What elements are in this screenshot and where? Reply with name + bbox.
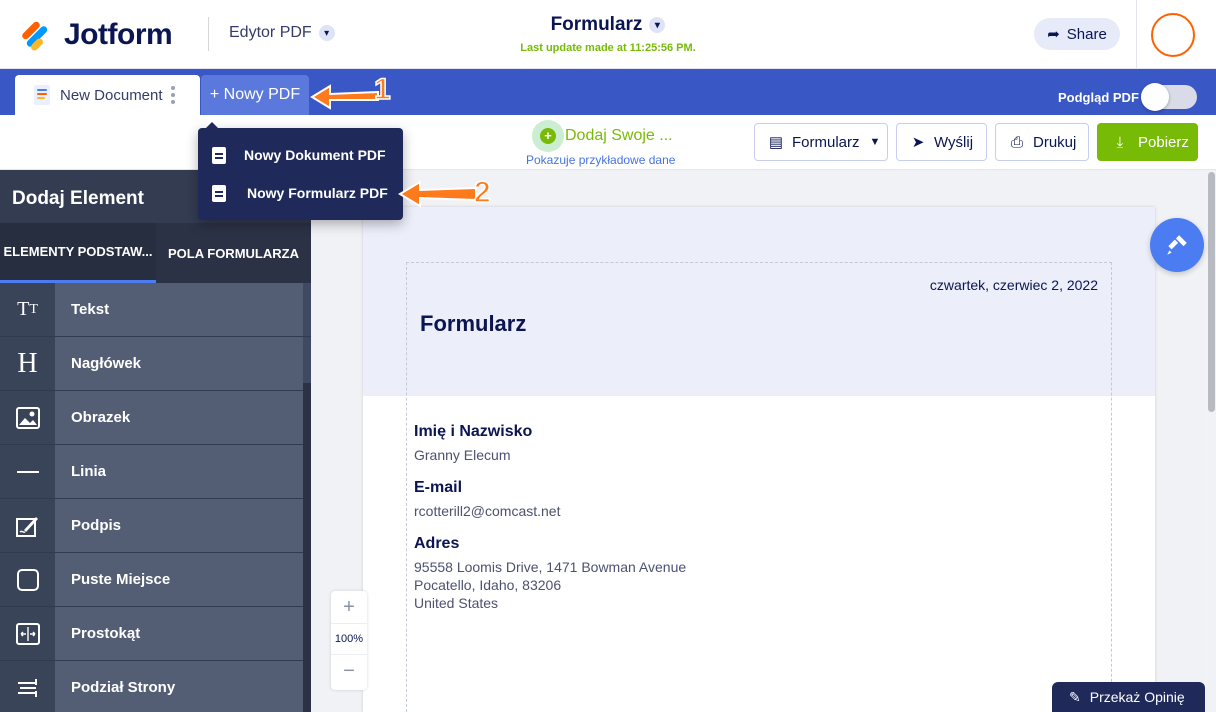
- new-pdf-button[interactable]: + Nowy PDF: [201, 75, 309, 115]
- menu-item-label: Nowy Formularz PDF: [247, 185, 388, 201]
- field-label[interactable]: Imię i Nazwisko: [414, 423, 532, 441]
- send-button[interactable]: ➤ Wyślij: [896, 123, 987, 161]
- print-button[interactable]: ⎙ Drukuj: [995, 123, 1089, 161]
- header-divider: [1136, 0, 1137, 69]
- element-label: Obrazek: [55, 391, 303, 444]
- element-label: Prostokąt: [55, 607, 303, 660]
- share-label: Share: [1066, 25, 1107, 43]
- canvas-scrollbar[interactable]: [1207, 170, 1216, 712]
- form-select-button[interactable]: ▤ Formularz ▼: [754, 123, 888, 161]
- download-label: Pobierz: [1138, 133, 1189, 151]
- element-item-image[interactable]: Obrazek: [0, 391, 311, 445]
- form-title-switch[interactable]: Formularz ▾: [551, 14, 666, 36]
- chevron-down-icon: ▾: [649, 17, 666, 33]
- paint-roller-icon[interactable]: [1150, 218, 1204, 272]
- user-avatar[interactable]: [1151, 13, 1195, 57]
- send-icon: ➤: [911, 134, 925, 151]
- tab-form-fields[interactable]: POLA FORMULARZA: [156, 223, 311, 283]
- page-break-icon: [0, 661, 55, 712]
- add-own-button[interactable]: + Dodaj Swoje ...: [532, 120, 673, 152]
- send-label: Wyślij: [934, 133, 974, 151]
- empty-space-icon: [0, 553, 55, 606]
- form-select-label: Formularz: [792, 133, 860, 151]
- pdf-preview-label: Podgląd PDF: [1058, 89, 1139, 105]
- chevron-down-icon: ▼: [869, 136, 881, 148]
- add-element-panel: Dodaj Element ELEMENTY PODSTAW... POLA F…: [0, 170, 311, 712]
- app-header: Jotform Edytor PDF ▾ Formularz ▾ Last up…: [0, 0, 1216, 69]
- pdf-preview-toggle[interactable]: [1140, 83, 1197, 111]
- panel-scrollbar[interactable]: [303, 383, 311, 712]
- zoom-control: + 100% −: [331, 591, 367, 690]
- menu-item-label: Nowy Dokument PDF: [244, 147, 386, 163]
- more-options-icon[interactable]: [170, 86, 175, 104]
- element-label: Tekst: [55, 283, 303, 336]
- print-label: Drukuj: [1033, 133, 1077, 151]
- zoom-in-button[interactable]: +: [331, 591, 367, 623]
- field-value[interactable]: United States: [414, 594, 498, 612]
- field-value[interactable]: 95558 Loomis Drive, 1471 Bowman Avenue: [414, 558, 686, 576]
- element-label: Podział Strony: [55, 661, 303, 712]
- tab-basic-elements[interactable]: ELEMENTY PODSTAW...: [0, 223, 156, 283]
- element-item-heading[interactable]: H Nagłówek: [0, 337, 311, 391]
- plus-circle-icon: +: [532, 120, 564, 152]
- document-title[interactable]: Formularz: [420, 311, 526, 337]
- element-label: Nagłówek: [55, 337, 303, 390]
- field-label[interactable]: E-mail: [414, 479, 462, 497]
- new-pdf-dropdown: Nowy Dokument PDF Nowy Formularz PDF: [198, 122, 403, 220]
- tab-new-document[interactable]: New Document: [15, 75, 200, 115]
- sample-data-note: Pokazuje przykładowe dane: [526, 153, 676, 167]
- last-update-status: Last update made at 11:25:56 PM.: [520, 42, 696, 54]
- feedback-label: Przekaż Opinię: [1089, 689, 1185, 705]
- tab-label: New Document: [60, 86, 163, 104]
- element-label: Podpis: [55, 499, 303, 552]
- element-item-rectangle[interactable]: Prostokąt: [0, 607, 311, 661]
- zoom-level: 100%: [331, 623, 367, 655]
- element-item-text[interactable]: TT Tekst: [0, 283, 311, 337]
- element-item-empty-space[interactable]: Puste Miejsce: [0, 553, 311, 607]
- heading-icon: H: [0, 337, 55, 390]
- annotation-number: 2: [473, 175, 491, 210]
- document-tab-bar: New Document + Nowy PDF Podgląd PDF: [0, 69, 1216, 115]
- element-label: Linia: [55, 445, 303, 498]
- field-label[interactable]: Adres: [414, 535, 459, 553]
- field-value[interactable]: Granny Elecum: [414, 446, 510, 464]
- editor-toolbar: + Dodaj Swoje ... Pokazuje przykładowe d…: [0, 115, 1216, 170]
- image-icon: [0, 391, 55, 444]
- document-icon: [34, 85, 50, 105]
- rectangle-icon: [0, 607, 55, 660]
- element-item-signature[interactable]: Podpis: [0, 499, 311, 553]
- field-value[interactable]: Pocatello, Idaho, 83206: [414, 576, 561, 594]
- element-label: Puste Miejsce: [55, 553, 303, 606]
- document-icon: [212, 146, 226, 164]
- panel-tabs: ELEMENTY PODSTAW... POLA FORMULARZA: [0, 223, 311, 283]
- zoom-out-button[interactable]: −: [331, 655, 367, 687]
- field-value[interactable]: rcotterill2@comcast.net: [414, 502, 560, 520]
- add-own-label: Dodaj Swoje ...: [565, 127, 673, 144]
- form-icon: ▤: [768, 134, 784, 151]
- document-date[interactable]: czwartek, czerwiec 2, 2022: [930, 277, 1098, 293]
- share-button[interactable]: ➦ Share: [1034, 18, 1120, 50]
- menu-item-new-pdf-form[interactable]: Nowy Formularz PDF: [198, 174, 403, 212]
- form-title: Formularz: [550, 14, 643, 35]
- feedback-button[interactable]: ✎ Przekaż Opinię: [1052, 682, 1205, 712]
- signature-icon: [0, 499, 55, 552]
- download-button[interactable]: ⤓ Pobierz: [1097, 123, 1198, 161]
- share-arrow-icon: ➦: [1047, 26, 1060, 43]
- pdf-preview-toggle-group: Podgląd PDF: [1058, 83, 1197, 111]
- menu-item-new-pdf-document[interactable]: Nowy Dokument PDF: [198, 136, 403, 174]
- element-item-line[interactable]: Linia: [0, 445, 311, 499]
- element-item-page-break[interactable]: Podział Strony: [0, 661, 311, 712]
- printer-icon: ⎙: [1010, 133, 1023, 151]
- download-icon: ⤓: [1116, 133, 1124, 151]
- pdf-page: czwartek, czerwiec 2, 2022 Formularz Imi…: [363, 207, 1155, 712]
- feedback-icon: ✎: [1069, 688, 1081, 705]
- form-edit-icon: [212, 184, 226, 202]
- text-size-icon: TT: [0, 283, 55, 336]
- line-icon: [0, 445, 55, 498]
- annotation-number: 1: [373, 72, 391, 107]
